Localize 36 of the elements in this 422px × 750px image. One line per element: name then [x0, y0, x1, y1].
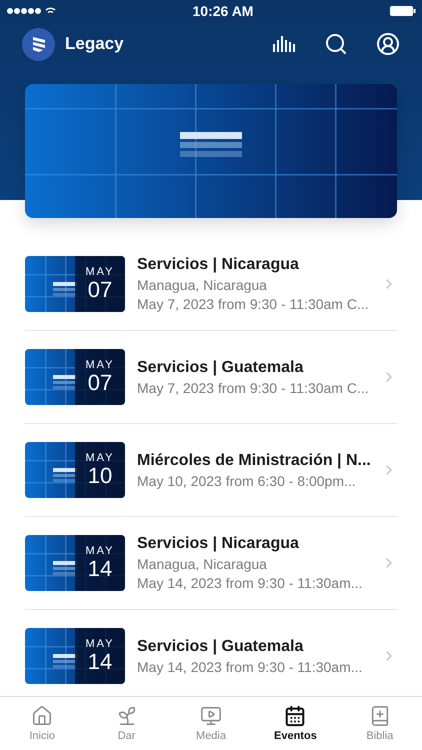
- home-icon: [31, 705, 54, 727]
- event-time: May 14, 2023 from 9:30 - 11:30am...: [137, 575, 364, 591]
- event-title: Servicios | Guatemala: [137, 638, 304, 656]
- event-month: MAY: [85, 359, 115, 371]
- event-time: May 7, 2023 from 9:30 - 11:30am C...: [137, 380, 369, 396]
- signal-icon: [6, 6, 56, 16]
- status-time: 10:26 AM: [192, 3, 254, 19]
- event-day: 07: [88, 371, 112, 395]
- tab-item[interactable]: Eventos: [253, 697, 338, 750]
- event-title: Miércoles de Ministración | N...: [137, 452, 369, 470]
- search-icon[interactable]: [324, 32, 348, 56]
- event-row[interactable]: MAY 07 Servicios | Nicaragua Managua, Nicaragua May 7, 2023 from 9:30 - 11:30am C...: [25, 238, 397, 331]
- event-day: 14: [88, 557, 112, 581]
- event-location: Managua, Nicaragua: [137, 556, 268, 572]
- event-title: Servicios | Nicaragua: [137, 535, 300, 553]
- event-row[interactable]: MAY 07 Servicios | Guatemala May 7, 2023 from 9:30 - 11:30am C...: [25, 331, 397, 424]
- app-title: Legacy: [65, 34, 125, 54]
- event-title: Servicios | Guatemala: [137, 358, 304, 376]
- event-row[interactable]: MAY 10 Miércoles de Ministración | N... May 10, 2023 from 6:30 - 8:00pm...: [25, 424, 397, 517]
- event-time: May 10, 2023 from 6:30 - 8:00pm...: [137, 472, 357, 488]
- app-logo: [22, 28, 55, 60]
- event-time: May 14, 2023 from 9:30 - 11:30am...: [137, 658, 364, 674]
- event-day: 10: [88, 464, 112, 488]
- event-month: MAY: [85, 452, 115, 464]
- event-location: Managua, Nicaragua: [137, 277, 268, 293]
- battery-icon: [390, 5, 416, 17]
- event-day: 07: [88, 278, 112, 302]
- event-month: MAY: [85, 545, 115, 557]
- event-title: Servicios | Nicaragua: [137, 256, 300, 274]
- event-time: May 7, 2023 from 9:30 - 11:30am C...: [137, 296, 369, 312]
- event-month: MAY: [85, 266, 115, 278]
- profile-icon[interactable]: [376, 32, 400, 56]
- event-day: 14: [88, 650, 112, 674]
- event-month: MAY: [85, 638, 115, 650]
- audio-bars-icon[interactable]: [272, 34, 296, 54]
- event-row[interactable]: MAY 14 Servicios | Nicaragua Managua, Nicaragua May 14, 2023 from 9:30 - 11:30am...: [25, 517, 397, 610]
